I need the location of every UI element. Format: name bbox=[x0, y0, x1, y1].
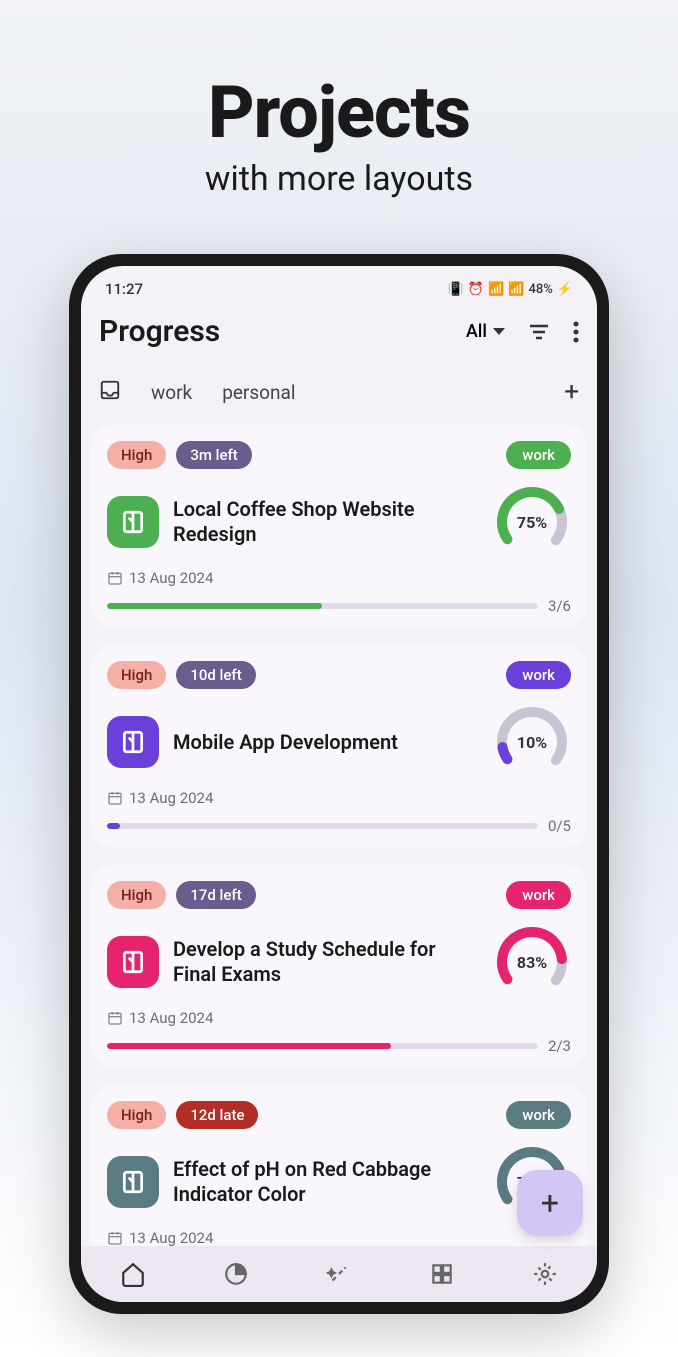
nav-settings-icon[interactable] bbox=[532, 1261, 558, 1287]
progress-gauge: 75% bbox=[493, 483, 571, 561]
hero-title: Projects bbox=[205, 70, 473, 155]
signal-icon: 📶 bbox=[508, 282, 524, 297]
card-main-row: Develop a Study Schedule for Final Exams… bbox=[107, 923, 571, 1001]
date-text: 13 Aug 2024 bbox=[129, 1009, 213, 1027]
priority-badge: High bbox=[107, 1101, 166, 1129]
gauge-percent: 10% bbox=[493, 703, 571, 781]
card-top-row: High 17d left work bbox=[107, 881, 571, 909]
card-top-row: High 10d left work bbox=[107, 661, 571, 689]
card-bottom-row: 3/6 bbox=[107, 597, 571, 615]
priority-badge: High bbox=[107, 881, 166, 909]
statusbar: 11:27 📳 ⏰ 📶 📶 48% ⚡ bbox=[81, 266, 597, 306]
nav-grid-icon[interactable] bbox=[429, 1261, 455, 1287]
project-title: Develop a Study Schedule for Final Exams bbox=[173, 937, 479, 987]
card-main-row: Mobile App Development 10% bbox=[107, 703, 571, 781]
filter-dropdown[interactable]: All bbox=[466, 321, 505, 342]
date-text: 13 Aug 2024 bbox=[129, 1229, 213, 1246]
filter-label: All bbox=[466, 321, 487, 342]
project-title: Local Coffee Shop Website Redesign bbox=[173, 497, 479, 547]
progress-count: 2/3 bbox=[548, 1037, 571, 1055]
project-card[interactable]: High 12d late work Effect of pH on Red C… bbox=[91, 1085, 587, 1246]
progress-bar bbox=[107, 603, 538, 609]
gauge-percent: 83% bbox=[493, 923, 571, 1001]
alarm-icon: ⏰ bbox=[468, 282, 484, 297]
project-card[interactable]: High 3m left work Local Coffee Shop Webs… bbox=[91, 425, 587, 627]
phone-frame: 11:27 📳 ⏰ 📶 📶 48% ⚡ Progress All bbox=[69, 254, 609, 1314]
card-date: 13 Aug 2024 bbox=[107, 789, 571, 807]
time-badge: 10d left bbox=[176, 661, 255, 689]
charge-icon: ⚡ bbox=[557, 282, 573, 297]
card-top-row: High 12d late work bbox=[107, 1101, 571, 1129]
page-title: Progress bbox=[99, 314, 220, 349]
battery-text: 48% bbox=[528, 282, 552, 297]
card-top-row: High 3m left work bbox=[107, 441, 571, 469]
status-right: 📳 ⏰ 📶 📶 48% ⚡ bbox=[448, 282, 573, 297]
date-text: 13 Aug 2024 bbox=[129, 789, 213, 807]
time-badge: 12d late bbox=[176, 1101, 258, 1129]
tab-bar: work personal + bbox=[81, 361, 597, 425]
tag-badge: work bbox=[506, 1101, 571, 1129]
project-title: Mobile App Development bbox=[173, 730, 479, 755]
gauge-percent: 75% bbox=[493, 483, 571, 561]
tag-badge: work bbox=[506, 661, 571, 689]
app-header: Progress All bbox=[81, 306, 597, 361]
progress-count: 0/5 bbox=[548, 817, 571, 835]
card-date: 13 Aug 2024 bbox=[107, 1009, 571, 1027]
nav-sparkle-icon[interactable] bbox=[326, 1261, 352, 1287]
card-bottom-row: 0/5 bbox=[107, 817, 571, 835]
project-card[interactable]: High 17d left work Develop a Study Sched… bbox=[91, 865, 587, 1067]
add-tab-icon[interactable]: + bbox=[564, 377, 579, 407]
calendar-icon bbox=[107, 570, 123, 586]
progress-count: 3/6 bbox=[548, 597, 571, 615]
progress-bar bbox=[107, 823, 538, 829]
nav-home-icon[interactable] bbox=[120, 1261, 146, 1287]
vibrate-icon: 📳 bbox=[448, 282, 464, 297]
time-badge: 3m left bbox=[176, 441, 251, 469]
project-title: Effect of pH on Red Cabbage Indicator Co… bbox=[173, 1157, 479, 1207]
hero: Projects with more layouts bbox=[205, 70, 473, 199]
card-date: 13 Aug 2024 bbox=[107, 1229, 571, 1246]
signal-icon: 📶 bbox=[488, 282, 504, 297]
tag-badge: work bbox=[506, 441, 571, 469]
screen: 11:27 📳 ⏰ 📶 📶 48% ⚡ Progress All bbox=[81, 266, 597, 1302]
sort-icon[interactable] bbox=[527, 320, 551, 344]
progress-bar bbox=[107, 1043, 538, 1049]
tab-personal[interactable]: personal bbox=[222, 381, 295, 404]
nav-progress-icon[interactable] bbox=[223, 1261, 249, 1287]
chevron-down-icon bbox=[493, 328, 505, 335]
header-actions: All bbox=[466, 320, 579, 344]
tag-badge: work bbox=[506, 881, 571, 909]
project-card[interactable]: High 10d left work Mobile App Developmen… bbox=[91, 645, 587, 847]
project-icon bbox=[107, 1156, 159, 1208]
calendar-icon bbox=[107, 1010, 123, 1026]
card-date: 13 Aug 2024 bbox=[107, 569, 571, 587]
calendar-icon bbox=[107, 1230, 123, 1246]
card-main-row: Effect of pH on Red Cabbage Indicator Co… bbox=[107, 1143, 571, 1221]
calendar-icon bbox=[107, 790, 123, 806]
project-icon bbox=[107, 716, 159, 768]
card-main-row: Local Coffee Shop Website Redesign 75% bbox=[107, 483, 571, 561]
card-bottom-row: 2/3 bbox=[107, 1037, 571, 1055]
status-time: 11:27 bbox=[105, 280, 143, 298]
project-list: High 3m left work Local Coffee Shop Webs… bbox=[81, 425, 597, 1246]
priority-badge: High bbox=[107, 441, 166, 469]
priority-badge: High bbox=[107, 661, 166, 689]
fab-add-button[interactable]: + bbox=[517, 1170, 583, 1236]
progress-gauge: 10% bbox=[493, 703, 571, 781]
project-icon bbox=[107, 936, 159, 988]
bottom-nav bbox=[81, 1246, 597, 1302]
progress-gauge: 83% bbox=[493, 923, 571, 1001]
project-icon bbox=[107, 496, 159, 548]
time-badge: 17d left bbox=[176, 881, 255, 909]
tab-work[interactable]: work bbox=[151, 381, 192, 404]
hero-subtitle: with more layouts bbox=[205, 159, 473, 199]
date-text: 13 Aug 2024 bbox=[129, 569, 213, 587]
overflow-menu-icon[interactable] bbox=[573, 321, 579, 343]
inbox-icon[interactable] bbox=[99, 379, 121, 406]
